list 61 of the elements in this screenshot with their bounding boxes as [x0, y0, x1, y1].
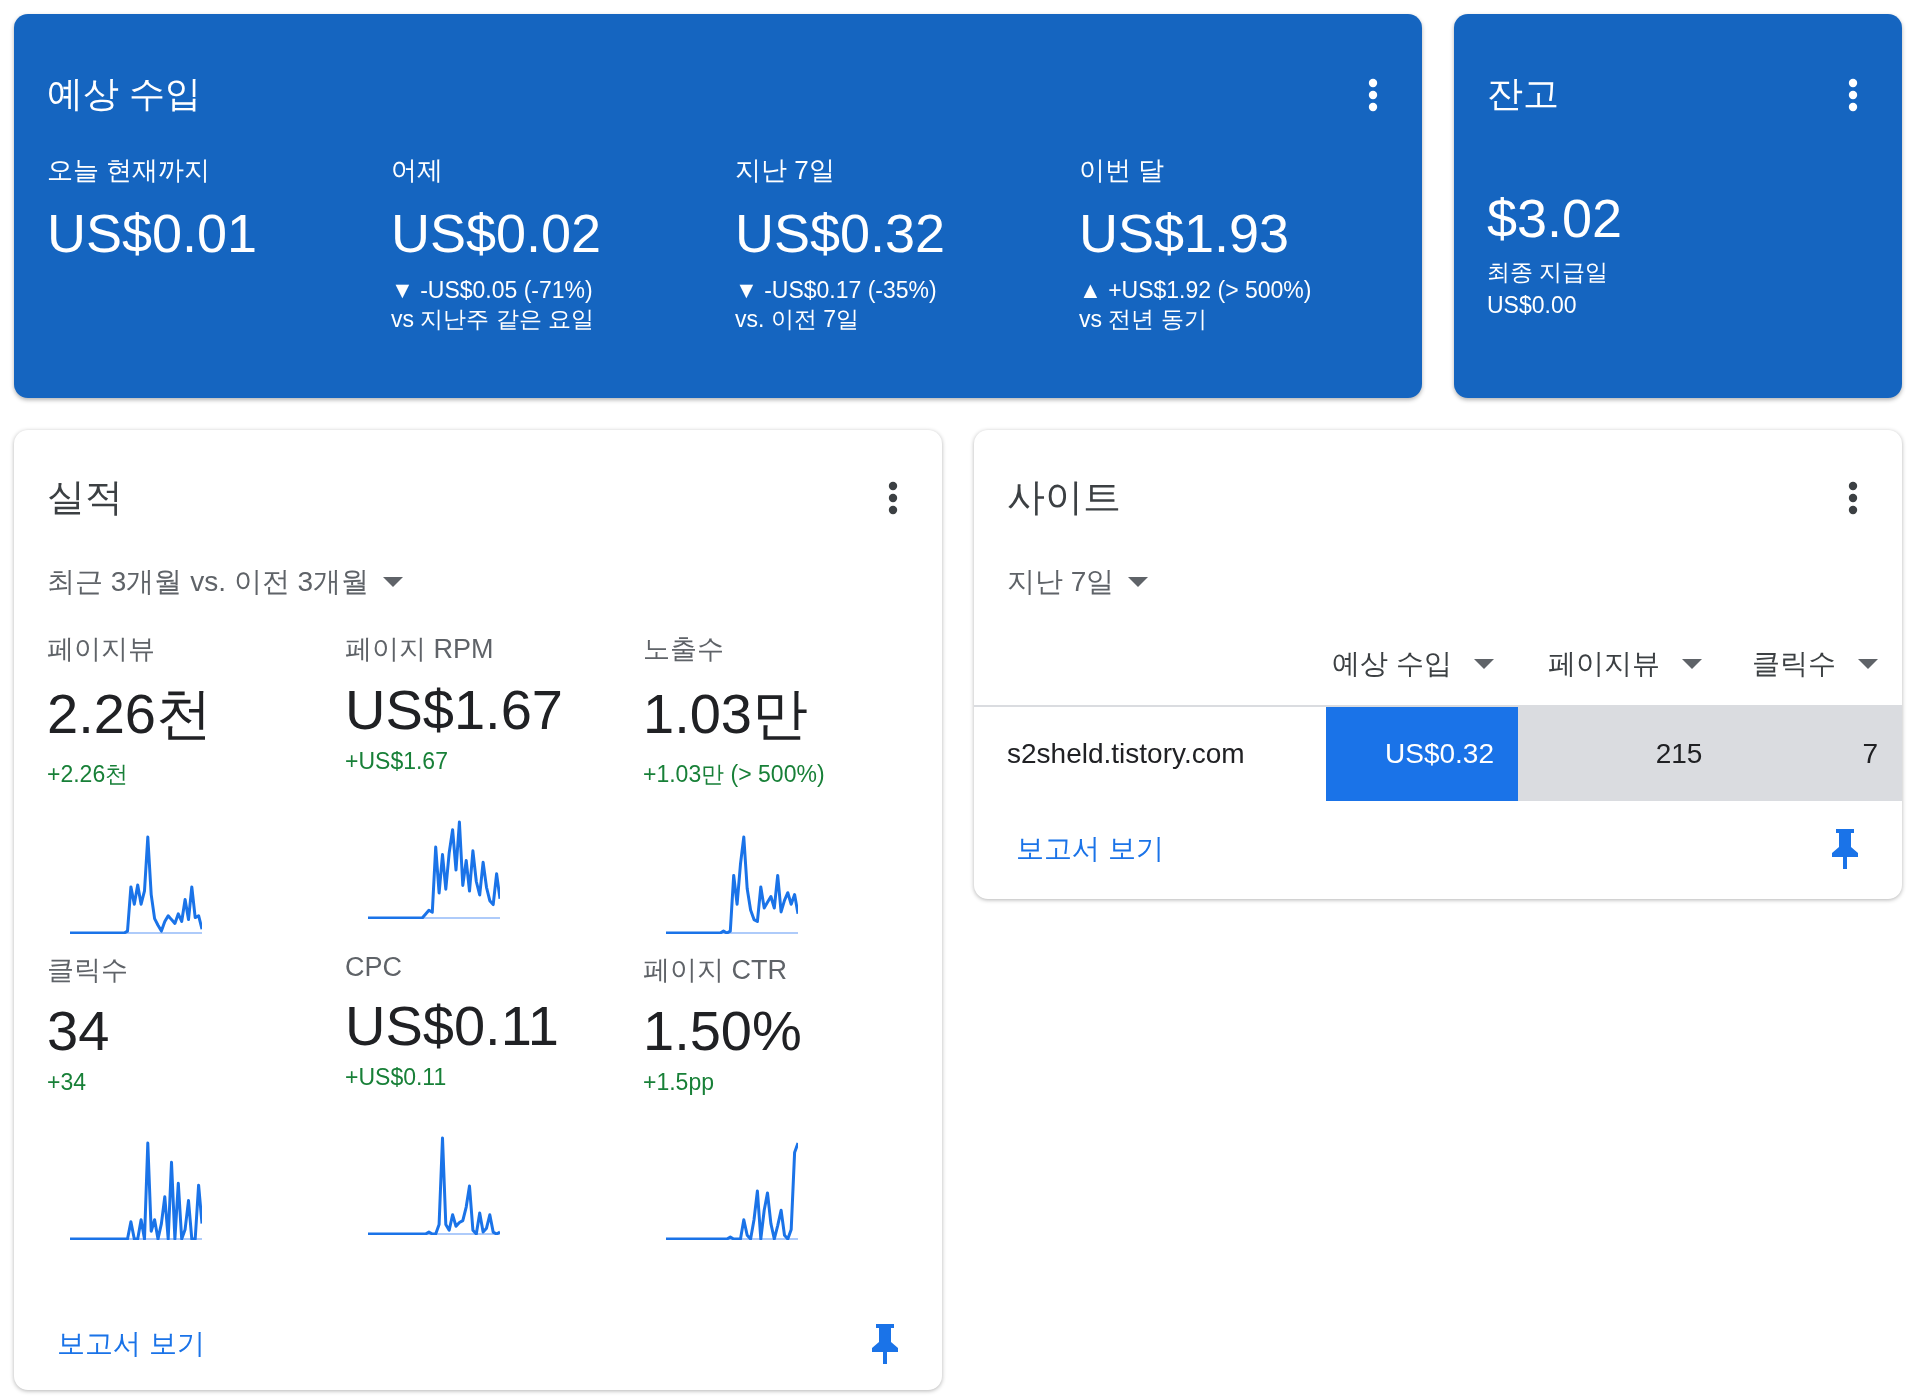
sort-caret-icon — [1682, 659, 1703, 669]
change-text: ▼ -US$0.05 (-71%) — [391, 276, 594, 305]
date-range-dropdown[interactable]: 최근 3개월 vs. 이전 3개월 — [47, 563, 370, 601]
date-range-dropdown[interactable]: 지난 7일 — [1007, 563, 1115, 601]
card-title: 잔고 — [1487, 72, 1559, 116]
change-text: +1.03만 (> 500%) — [643, 760, 826, 789]
card-title: 사이트 — [1007, 475, 1121, 520]
metric-label: 이번 달 — [1079, 154, 1166, 187]
more-vert-icon[interactable] — [888, 480, 898, 515]
metric-value: US$1.93 — [1079, 202, 1291, 264]
metric-value: 1.50% — [643, 998, 803, 1063]
comparison-text: vs 지난주 같은 요일 — [391, 306, 596, 334]
metric-value: US$0.02 — [391, 202, 603, 264]
metric-label: 페이지 CTR — [643, 954, 788, 987]
metric-label: 페이지 RPM — [345, 633, 495, 666]
more-vert-icon[interactable] — [1848, 77, 1858, 112]
card-title: 실적 — [47, 475, 123, 520]
view-report-link[interactable]: 보고서 보기 — [1016, 830, 1164, 868]
view-report-link[interactable]: 보고서 보기 — [57, 1325, 205, 1363]
dropdown-caret-icon — [383, 577, 404, 587]
last-payment-label: 최종 지급일 — [1487, 258, 1610, 287]
change-text: +34 — [47, 1069, 87, 1096]
column-header[interactable]: 클릭수 — [1752, 645, 1836, 683]
table-cell: 7 — [1726, 706, 1902, 801]
metric-label: 어제 — [391, 154, 444, 187]
pin-icon[interactable] — [1832, 829, 1858, 869]
balance-amount: $3.02 — [1487, 187, 1624, 249]
dropdown-caret-icon — [1128, 577, 1149, 587]
change-text: ▼ -US$0.17 (-35%) — [735, 276, 938, 305]
metric-value: US$1.67 — [345, 677, 564, 742]
sort-caret-icon — [1858, 659, 1878, 669]
site-name[interactable]: s2sheld.tistory.com — [974, 706, 1326, 801]
sort-caret-icon — [1474, 659, 1494, 669]
metric-value: US$0.32 — [735, 202, 947, 264]
change-text: +US$1.67 — [345, 748, 449, 775]
metric-value: 2.26천 — [47, 681, 213, 747]
pin-icon[interactable] — [872, 1324, 898, 1364]
change-text: +US$0.11 — [345, 1064, 448, 1091]
change-text: +2.26천 — [47, 760, 130, 789]
card-title: 예상 수입 — [47, 72, 201, 116]
metric-value: US$0.01 — [47, 202, 259, 264]
change-text: ▲ +US$1.92 (> 500%) — [1079, 276, 1313, 305]
metric-label: 지난 7일 — [735, 154, 836, 187]
metric-label: 오늘 현재까지 — [47, 154, 212, 187]
metric-value: US$0.11 — [345, 993, 560, 1058]
column-header[interactable]: 페이지뷰 — [1548, 645, 1661, 683]
metric-label: CPC — [345, 952, 403, 983]
more-vert-icon[interactable] — [1848, 480, 1858, 515]
more-vert-icon[interactable] — [1368, 77, 1378, 112]
comparison-text: vs. 이전 7일 — [735, 306, 860, 334]
comparison-text: vs 전년 동기 — [1079, 306, 1208, 334]
table-cell: US$0.32 — [1326, 706, 1518, 801]
metric-label: 페이지뷰 — [47, 633, 156, 666]
metric-label: 노출수 — [643, 633, 725, 666]
column-header[interactable]: 예상 수입 — [1332, 645, 1452, 683]
change-text: +1.5pp — [643, 1069, 715, 1096]
last-payment-amount: US$0.00 — [1487, 292, 1578, 319]
metric-value: 34 — [47, 998, 111, 1063]
metric-value: 1.03만 — [643, 681, 809, 747]
metric-label: 클릭수 — [47, 954, 129, 987]
table-cell: 215 — [1518, 706, 1727, 801]
